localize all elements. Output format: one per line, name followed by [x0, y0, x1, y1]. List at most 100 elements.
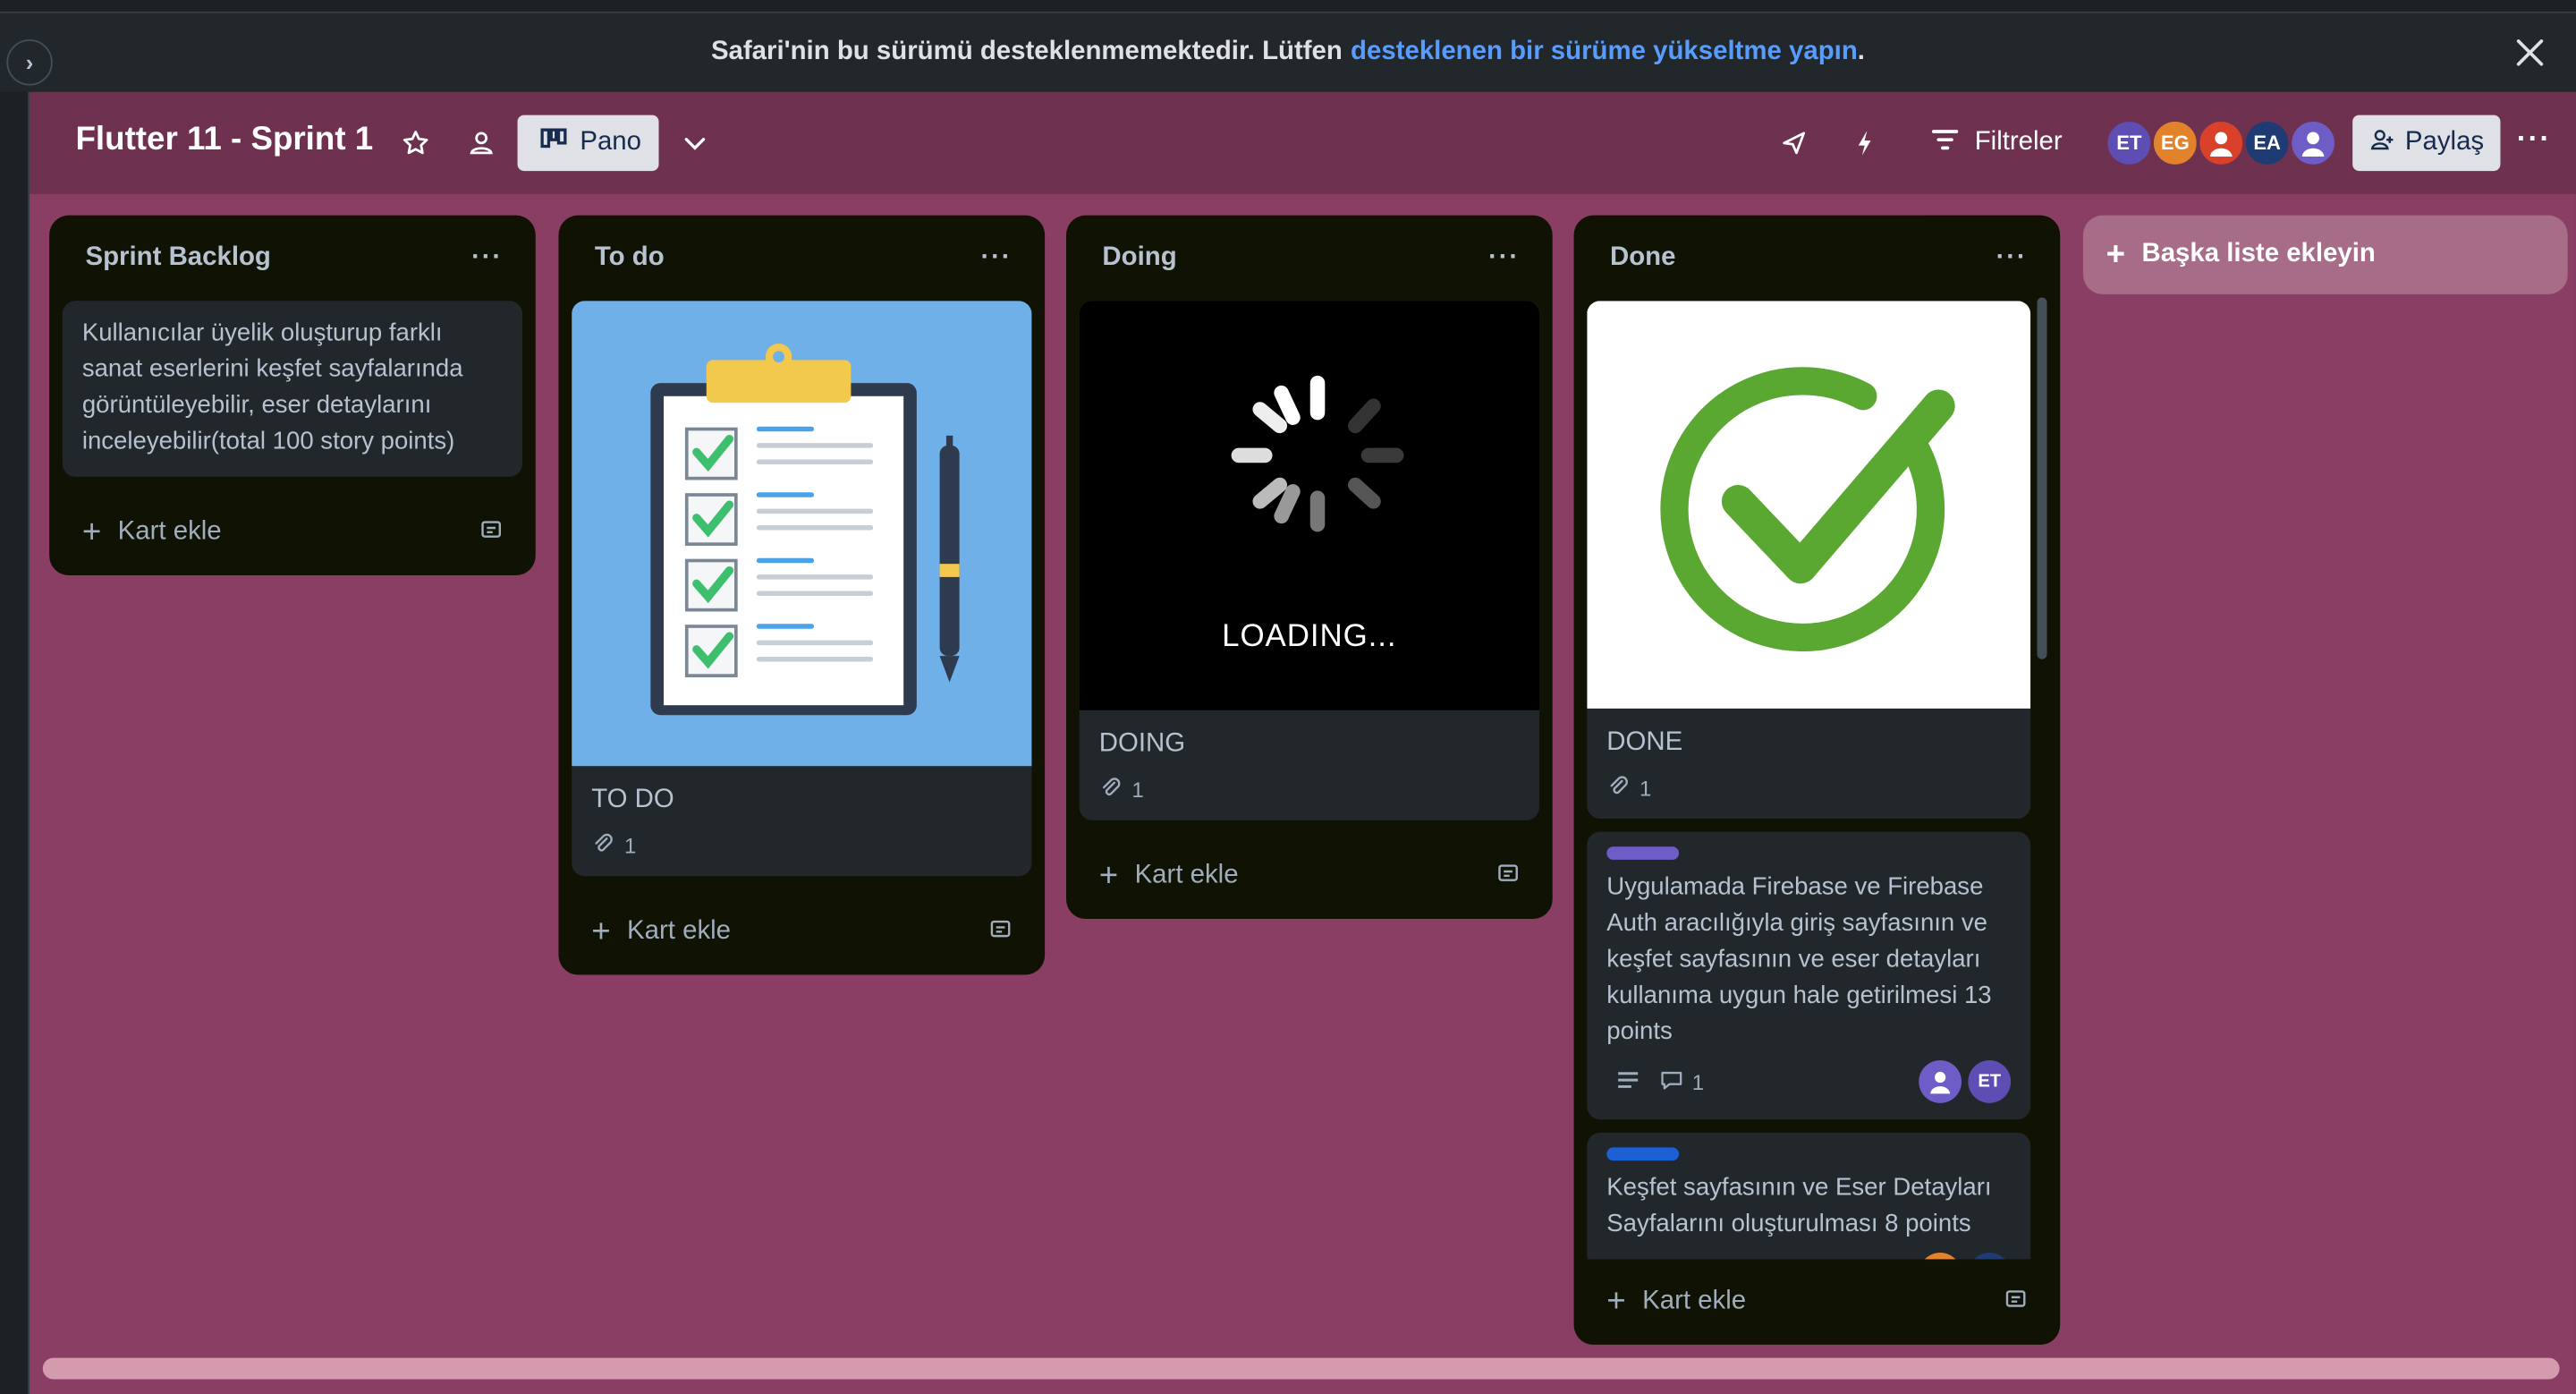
browser-top-strip [0, 0, 2576, 13]
loading-text: LOADING... [1222, 619, 1397, 655]
card[interactable]: Kullanıcılar üyelik oluşturup farklı san… [62, 301, 523, 477]
list-cards-scroll-area[interactable]: DONE 1 Uygulamada Firebase ve Firebase A… [1587, 301, 2034, 1260]
list-menu-button[interactable]: ··· [1488, 243, 1520, 273]
card[interactable]: LOADING... DOING 1 [1079, 301, 1539, 820]
attachment-count-value: 1 [623, 833, 637, 859]
unsupported-browser-banner: Safari'nin bu sürümü desteklenmemektedir… [0, 13, 2576, 92]
card-template-icon[interactable] [989, 916, 1013, 948]
card-member-avatar[interactable] [1919, 1060, 1962, 1103]
add-card-label: Kart ekle [1134, 861, 1239, 889]
card-label [1606, 846, 1680, 860]
workspace-visibility-icon[interactable] [460, 122, 503, 165]
card-text: Kullanıcılar üyelik oluşturup farklı san… [81, 319, 463, 455]
add-another-list-button[interactable]: + Başka liste ekleyin [2082, 215, 2568, 294]
banner-upgrade-link[interactable]: desteklenen bir sürüme yükseltme yapın [1351, 38, 1858, 67]
add-card-button[interactable]: + Kart ekle [1587, 1259, 2046, 1345]
list-menu-button[interactable]: ··· [1996, 243, 2028, 273]
card[interactable]: TO DO 1 [572, 301, 1032, 877]
person-icon [2301, 132, 2325, 157]
list-to-do: To do ··· TO DO 1 + Kart ekle [558, 215, 1046, 975]
card-member-avatar[interactable]: ET [1968, 1060, 2012, 1103]
add-person-icon [2368, 126, 2394, 161]
board-canvas: Flutter 11 - Sprint 1 Pano Filtreler ET … [30, 91, 2576, 1394]
card-template-icon[interactable] [479, 517, 503, 548]
add-card-button[interactable]: + Kart ekle [1080, 834, 1539, 920]
board-view-icon [540, 127, 567, 158]
share-button[interactable]: Paylaş [2352, 115, 2501, 172]
card-member-avatar[interactable] [1919, 1253, 1962, 1260]
member-avatar[interactable]: EG [2150, 118, 2200, 168]
add-card-label: Kart ekle [627, 917, 732, 946]
banner-text: Safari'nin bu sürümü desteklenmemektedir… [710, 38, 1343, 66]
card-member-avatar[interactable] [1968, 1253, 2012, 1260]
list-title[interactable]: Done [1610, 243, 1675, 273]
sidebar-toggle-button[interactable]: › [6, 39, 53, 86]
list-done: Done ··· DONE 1 Uygulamada Firebase ve F… [1573, 215, 2061, 1345]
add-card-button[interactable]: + Kart ekle [572, 889, 1031, 975]
avatar-initials: EG [2160, 131, 2190, 155]
loading-spinner-cover-image: LOADING... [1079, 301, 1539, 710]
clipboard-checklist-cover-image [572, 301, 1032, 767]
filters-label: Filtreler [1974, 128, 2063, 157]
card-title: DONE [1606, 727, 1683, 757]
card[interactable]: Keşfet sayfasının ve Eser Detayları Sayf… [1587, 1132, 2031, 1260]
person-icon [1930, 1071, 1951, 1094]
add-card-label: Kart ekle [1642, 1287, 1747, 1315]
paperclip-icon [591, 832, 614, 860]
card-text: Keşfet sayfasının ve Eser Detayları Sayf… [1606, 1173, 1992, 1238]
attachment-count: 1 [1099, 776, 1520, 803]
attachment-count-value: 1 [1640, 776, 1652, 801]
add-card-label: Kart ekle [117, 517, 222, 546]
green-checkmark-cover-image [1587, 301, 2031, 709]
card-title: TO DO [591, 786, 674, 814]
board-header: Flutter 11 - Sprint 1 Pano Filtreler ET … [30, 91, 2576, 194]
filter-icon [1931, 127, 1959, 158]
star-icon[interactable] [394, 122, 437, 165]
avatar-initials: ET [2116, 131, 2142, 155]
list-menu-button[interactable]: ··· [471, 243, 503, 273]
add-card-button[interactable]: + Kart ekle [63, 490, 522, 576]
list-scrollbar[interactable] [2037, 297, 2047, 659]
attachment-count: 1 [591, 832, 1012, 860]
list-title[interactable]: Doing [1102, 243, 1176, 273]
view-label: Pano [580, 128, 642, 157]
card-text: Uygulamada Firebase ve Firebase Auth ara… [1606, 872, 1992, 1046]
board-menu-button[interactable]: ··· [2517, 122, 2552, 157]
comment-count: 1 [1659, 1067, 1704, 1095]
member-avatar[interactable]: ET [2104, 118, 2154, 168]
plus-icon: + [1098, 857, 1119, 894]
card-label [1606, 1147, 1680, 1161]
list-doing: Doing ··· LOADING... DOING 1 + Kart ekle [1066, 215, 1553, 920]
member-avatar[interactable]: EA [2242, 118, 2292, 168]
power-ups-rocket-icon[interactable] [1773, 122, 1816, 165]
member-avatar[interactable] [2196, 118, 2246, 168]
list-sprint-backlog: Sprint Backlog ··· Kullanıcılar üyelik o… [49, 215, 536, 576]
card[interactable]: DONE 1 [1587, 301, 2031, 819]
comment-count-value: 1 [1691, 1069, 1705, 1094]
card-template-icon[interactable] [2004, 1287, 2028, 1318]
collapsed-sidebar [0, 91, 30, 1394]
card-template-icon[interactable] [1496, 861, 1520, 892]
board-horizontal-scrollbar[interactable] [42, 1357, 2560, 1380]
plus-icon: + [591, 913, 611, 950]
view-switcher-board-button[interactable]: Pano [517, 115, 659, 172]
share-label: Paylaş [2404, 128, 2485, 157]
paperclip-icon [1606, 774, 1630, 802]
avatar-initials: EA [2253, 131, 2281, 155]
description-icon [1616, 1069, 1640, 1094]
close-icon[interactable] [2510, 33, 2549, 72]
comment-icon [1659, 1067, 1684, 1095]
plus-icon: + [81, 514, 102, 550]
plus-icon: + [2106, 235, 2126, 273]
plus-icon: + [1606, 1283, 1626, 1320]
member-avatar[interactable] [2288, 118, 2338, 168]
list-menu-button[interactable]: ··· [981, 243, 1013, 273]
add-list-label: Başka liste ekleyin [2141, 240, 2376, 268]
chevron-down-icon[interactable] [674, 122, 716, 165]
list-title[interactable]: To do [595, 243, 665, 273]
board-title[interactable]: Flutter 11 - Sprint 1 [75, 122, 373, 159]
card[interactable]: Uygulamada Firebase ve Firebase Auth ara… [1587, 831, 2031, 1120]
list-title[interactable]: Sprint Backlog [86, 243, 271, 273]
filters-button[interactable]: Filtreler [1931, 118, 2063, 167]
automation-lightning-icon[interactable] [1843, 122, 1886, 165]
